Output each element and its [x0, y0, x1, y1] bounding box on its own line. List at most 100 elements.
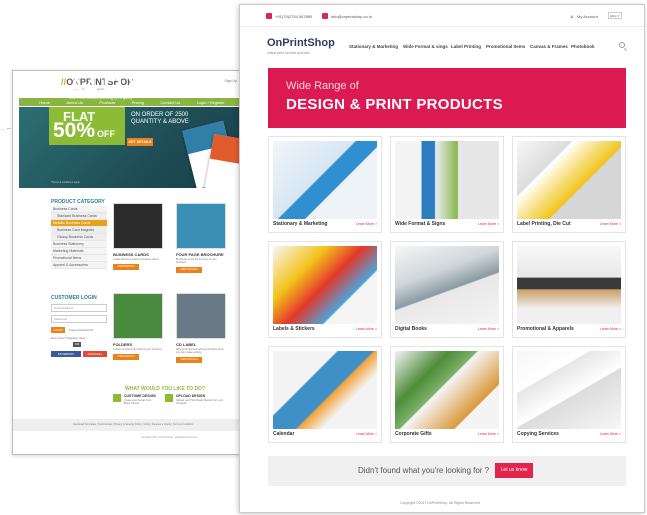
left-nav-login[interactable]: Login / Register [197, 100, 225, 105]
copying-services-image[interactable] [517, 351, 621, 429]
nav-stationary[interactable]: Stationary & Marketing [349, 44, 398, 49]
email-address[interactable]: info@onprintshop.co.in [331, 14, 372, 19]
right-copyright: Copyright ©2017 OnPrintShop. All Rights … [400, 501, 481, 505]
nav-promotional[interactable]: Promotional Items [486, 44, 525, 49]
cta-text: Didn't found what you're looking for ? [358, 466, 490, 475]
product-tile[interactable]: FOLDERS Folders to reflect the brand of … [113, 293, 163, 360]
category-name[interactable]: Wide Format & Signs [395, 221, 445, 227]
facebook-login-button[interactable]: FACEBOOK [51, 351, 81, 357]
digital-books-image[interactable] [395, 246, 499, 324]
upload-design-desc: Upload your Print-Ready Design from your… [176, 399, 224, 405]
promotional-apparel-image[interactable] [517, 246, 621, 324]
wide-format-image[interactable] [395, 141, 499, 219]
category-name[interactable]: Promotional & Apparels [517, 326, 574, 332]
learn-more-link[interactable]: Learn More > [356, 327, 377, 331]
hero-line-1: Wide Range of [286, 80, 359, 92]
corporate-gifts-image[interactable] [395, 351, 499, 429]
left-nav-products[interactable]: Products [99, 100, 115, 105]
view-details-button[interactable]: VIEW DETAILS [113, 264, 139, 270]
category-card[interactable]: Promotional & Apparels Learn More > [512, 241, 626, 338]
category-item[interactable]: Business Stationery [51, 241, 107, 248]
category-name[interactable]: Calendar [273, 431, 294, 437]
google-login-button[interactable]: GOOGLE+ [83, 351, 107, 357]
category-item[interactable]: Apparel & Accessories [51, 262, 107, 269]
category-name[interactable]: Corporate Gifts [395, 431, 432, 437]
learn-more-link[interactable]: Learn More > [356, 222, 377, 226]
brand-logo[interactable]: OnPrintShop [267, 37, 335, 49]
left-nav-contact[interactable]: Contact Us [160, 100, 180, 105]
learn-more-link[interactable]: Learn More > [356, 432, 377, 436]
stationary-image[interactable] [273, 141, 377, 219]
category-item[interactable]: Standard Business Cards [51, 213, 107, 220]
category-card[interactable]: Label Printing, Die Cut Learn More > [512, 136, 626, 233]
category-card[interactable]: Copying Services Learn More > [512, 346, 626, 443]
forgot-password-link[interactable]: Forgot Password? [69, 328, 93, 332]
left-nav-home[interactable]: Home [39, 100, 50, 105]
category-item[interactable]: Promotional Items [51, 255, 107, 262]
product-name: BUSINESS CARDS [113, 252, 149, 257]
learn-more-link[interactable]: Learn More > [478, 327, 499, 331]
category-name[interactable]: Stationary & Marketing [273, 221, 327, 227]
login-button[interactable]: LOGIN [51, 327, 65, 333]
product-thumbnail[interactable] [113, 293, 163, 339]
my-account-link[interactable]: My Account [577, 14, 598, 19]
left-signup-link[interactable]: Sign Up [225, 79, 237, 83]
category-card[interactable]: Digital Books Learn More > [390, 241, 504, 338]
view-details-button[interactable]: VIEW DETAILS [113, 354, 139, 360]
product-thumbnail[interactable] [176, 203, 226, 249]
category-name[interactable]: Label Printing, Die Cut [517, 221, 571, 227]
category-item[interactable]: Business Cards [51, 206, 107, 213]
nav-canvas[interactable]: Canvas & Frames [530, 44, 568, 49]
labels-stickers-image[interactable] [273, 246, 377, 324]
nav-wide-format[interactable]: Wide Format & sings [403, 44, 448, 49]
left-nav-pricing[interactable]: Pricing [132, 100, 144, 105]
login-heading: CUSTOMER LOGIN [51, 295, 97, 301]
product-thumbnail[interactable] [113, 203, 163, 249]
category-item[interactable]: Business Card Magnets [51, 227, 107, 234]
nav-label-printing[interactable]: Label Printing [451, 44, 481, 49]
category-name[interactable]: Digital Books [395, 326, 427, 332]
phone-number[interactable]: +91(79)2754 567890 [275, 14, 312, 19]
search-icon[interactable] [619, 42, 625, 48]
register-link[interactable]: New User? Register Here [51, 336, 85, 340]
banner-off: OFF [97, 129, 115, 139]
learn-more-link[interactable]: Learn More > [478, 222, 499, 226]
learn-more-link[interactable]: Learn More > [600, 327, 621, 331]
product-desc: Why go for generic looking CD labels whe… [176, 348, 224, 354]
left-nav-about[interactable]: About Us [66, 100, 82, 105]
get-details-button[interactable]: GET DETAILS [127, 138, 153, 146]
mail-icon [322, 13, 328, 19]
product-tile[interactable]: BUSINESS CARDS Create Business Cards to … [113, 203, 163, 270]
learn-more-link[interactable]: Learn More > [478, 432, 499, 436]
upload-design-title[interactable]: UPLOAD DESIGN [176, 394, 205, 398]
category-card[interactable]: Calendar Learn More > [268, 346, 382, 443]
product-thumbnail[interactable] [176, 293, 226, 339]
password-field[interactable]: Password [51, 315, 107, 323]
email-field[interactable]: Email Address [51, 304, 107, 312]
product-name: FOLDERS [113, 342, 133, 347]
category-item[interactable]: Marketing Materials [51, 248, 107, 255]
language-select[interactable]: ENG ▾ [608, 12, 622, 19]
category-card[interactable]: Labels & Stickers Learn More > [268, 241, 382, 338]
category-name[interactable]: Copying Services [517, 431, 559, 437]
category-card[interactable]: Wide Format & Signs Learn More > [390, 136, 504, 233]
view-details-button[interactable]: VIEW DETAILS [176, 357, 202, 363]
todo-heading: WHAT WOULD YOU LIKE TO DO? [125, 386, 205, 392]
custom-design-title[interactable]: CUSTOME DESIGN [124, 394, 156, 398]
product-name: FOUR PAGE BROCHURE [176, 252, 224, 257]
product-tile[interactable]: CD LABEL Why go for generic looking CD l… [176, 293, 226, 363]
calendar-image[interactable] [273, 351, 377, 429]
category-card[interactable]: Stationary & Marketing Learn More > [268, 136, 382, 233]
category-item[interactable]: Glossy Business Cards [51, 234, 107, 241]
learn-more-link[interactable]: Learn More > [600, 432, 621, 436]
learn-more-link[interactable]: Learn More > [600, 222, 621, 226]
let-us-know-button[interactable]: Let us know [495, 463, 533, 478]
product-tile[interactable]: FOUR PAGE BROCHURE Brochures to tell the… [176, 203, 226, 273]
category-card[interactable]: Corporate Gifts Learn More > [390, 346, 504, 443]
footer-links[interactable]: Download Templates | Testimonials | Priv… [73, 423, 193, 426]
view-details-button[interactable]: VIEW DETAILS [176, 267, 202, 273]
label-printing-image[interactable] [517, 141, 621, 219]
category-item[interactable]: Metallic Business Cards [51, 220, 107, 227]
category-name[interactable]: Labels & Stickers [273, 326, 315, 332]
nav-photobook[interactable]: Photobook [571, 44, 595, 49]
